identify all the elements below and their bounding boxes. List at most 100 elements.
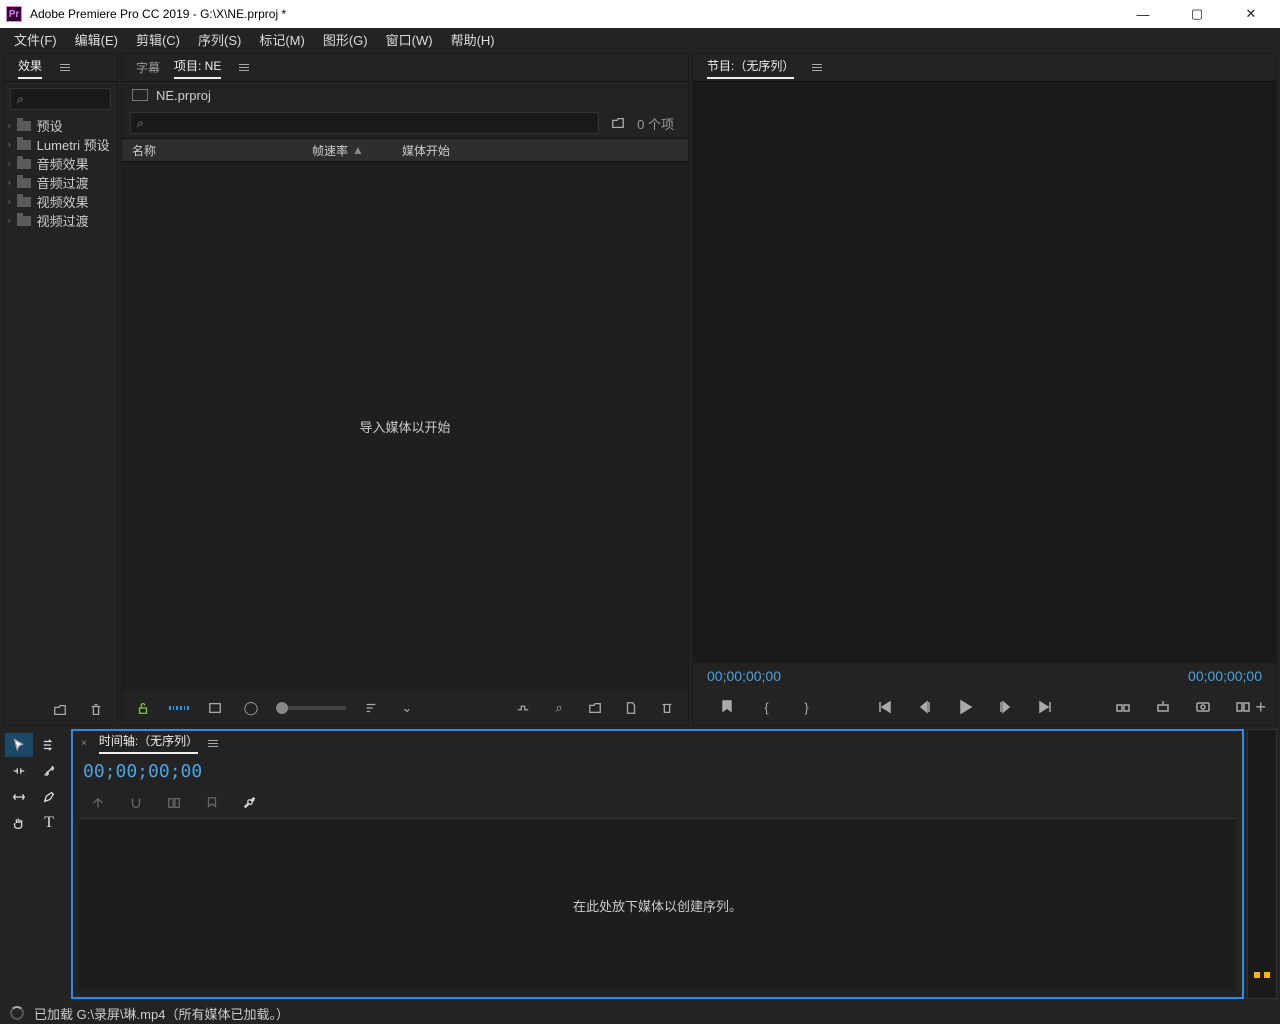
col-name[interactable]: 名称: [132, 142, 302, 159]
folder-icon: [17, 216, 31, 226]
snap-icon[interactable]: [125, 792, 147, 814]
status-bar: 已加载 G:\录屏\琳.mp4（所有媒体已加载。）: [0, 1002, 1280, 1024]
tab-subtitle[interactable]: 字幕: [136, 59, 160, 76]
project-search[interactable]: ⌕: [130, 112, 599, 134]
tree-item[interactable]: ›视频效果: [4, 192, 117, 211]
panel-menu-icon[interactable]: [60, 64, 70, 71]
panel-menu-icon[interactable]: [812, 64, 822, 71]
selection-tool[interactable]: [5, 733, 33, 757]
pen-tool[interactable]: [35, 785, 63, 809]
menu-sequence[interactable]: 序列(S): [190, 28, 249, 51]
tab-program[interactable]: 节目:（无序列）: [707, 57, 794, 79]
tool-palette: T: [3, 729, 68, 999]
type-tool[interactable]: T: [35, 811, 63, 835]
program-tc-right: 00;00;00;00: [1188, 668, 1262, 684]
col-media-start[interactable]: 媒体开始: [402, 142, 450, 159]
comparison-view-icon[interactable]: [1232, 696, 1254, 718]
menu-graphics[interactable]: 图形(G): [315, 28, 376, 51]
lift-icon[interactable]: [1112, 696, 1134, 718]
trash-icon[interactable]: [85, 699, 107, 721]
project-toolbar-bottom: ◯ ⌄ ⌕: [122, 691, 688, 725]
tab-project[interactable]: 项目: NE: [174, 57, 221, 79]
project-drop-area[interactable]: 导入媒体以开始: [122, 162, 688, 691]
close-button[interactable]: ✕: [1228, 0, 1274, 28]
marker-add-icon[interactable]: [201, 792, 223, 814]
tab-effects[interactable]: 效果: [18, 57, 42, 79]
marker-icon[interactable]: [716, 696, 738, 718]
effects-panel: 效果 ⌕ ›预设 ›Lumetri 预设 ›音频效果 ›音频过渡 ›视频效果 ›…: [3, 53, 118, 726]
hand-tool[interactable]: [5, 811, 33, 835]
automate-icon[interactable]: [512, 697, 534, 719]
button-editor-icon[interactable]: +: [1255, 697, 1266, 718]
folder-icon: [17, 121, 31, 131]
col-fps[interactable]: 帧速率▲: [312, 142, 392, 159]
project-filename: NE.prproj: [156, 88, 211, 103]
tree-item[interactable]: ›音频过渡: [4, 173, 117, 192]
insert-icon[interactable]: [87, 792, 109, 814]
go-to-out-icon[interactable]: [1034, 696, 1056, 718]
lock-icon[interactable]: [132, 697, 154, 719]
tab-timeline[interactable]: 时间轴:（无序列）: [99, 732, 198, 754]
out-point-icon[interactable]: }: [796, 696, 818, 718]
menu-file[interactable]: 文件(F): [6, 28, 65, 51]
timeline-drop-area[interactable]: 在此处放下媒体以创建序列。: [79, 818, 1236, 991]
menu-edit[interactable]: 编辑(E): [67, 28, 126, 51]
audio-meter[interactable]: [1247, 729, 1277, 999]
play-icon[interactable]: [954, 696, 976, 718]
timeline-panel: × 时间轴:（无序列） 00;00;00;00 在此处放下媒体以创建序列。: [71, 729, 1244, 999]
new-bin-icon[interactable]: [49, 699, 71, 721]
panel-menu-icon[interactable]: [239, 64, 249, 71]
effects-tree: ›预设 ›Lumetri 预设 ›音频效果 ›音频过渡 ›视频效果 ›视频过渡: [4, 116, 117, 695]
new-bin-icon[interactable]: [584, 697, 606, 719]
trash-icon[interactable]: [656, 697, 678, 719]
list-view-icon[interactable]: [168, 697, 190, 719]
tree-item[interactable]: ›音频效果: [4, 154, 117, 173]
panel-menu-icon[interactable]: [208, 740, 218, 747]
program-tc-left[interactable]: 00;00;00;00: [707, 668, 781, 684]
go-to-in-icon[interactable]: [874, 696, 896, 718]
step-back-icon[interactable]: [914, 696, 936, 718]
filter-bin-icon[interactable]: [607, 112, 629, 134]
tree-item[interactable]: ›预设: [4, 116, 117, 135]
menubar: 文件(F) 编辑(E) 剪辑(C) 序列(S) 标记(M) 图形(G) 窗口(W…: [0, 28, 1280, 50]
export-frame-icon[interactable]: [1192, 696, 1214, 718]
step-forward-icon[interactable]: [994, 696, 1016, 718]
tree-item[interactable]: ›Lumetri 预设: [4, 135, 117, 154]
menu-help[interactable]: 帮助(H): [443, 28, 503, 51]
razor-tool[interactable]: [35, 759, 63, 783]
menu-marker[interactable]: 标记(M): [251, 28, 313, 51]
workspace: 效果 ⌕ ›预设 ›Lumetri 预设 ›音频效果 ›音频过渡 ›视频效果 ›…: [0, 50, 1280, 1002]
track-select-tool[interactable]: [35, 733, 63, 757]
menu-clip[interactable]: 剪辑(C): [128, 28, 188, 51]
folder-icon: [17, 197, 31, 207]
new-item-icon[interactable]: [620, 697, 642, 719]
find-icon[interactable]: ⌕: [548, 697, 570, 719]
timeline-timecode[interactable]: 00;00;00;00: [83, 761, 1232, 782]
program-canvas[interactable]: [693, 82, 1276, 663]
freeform-view-icon[interactable]: ◯: [240, 697, 262, 719]
settings-icon[interactable]: [239, 792, 261, 814]
titlebar: Pr Adobe Premiere Pro CC 2019 - G:\X\NE.…: [0, 0, 1280, 28]
project-item-count: 0 个项: [637, 114, 680, 133]
slip-tool[interactable]: [5, 785, 33, 809]
maximize-button[interactable]: ▢: [1174, 0, 1220, 28]
effects-search[interactable]: ⌕: [10, 88, 111, 110]
program-monitor: 节目:（无序列） 00;00;00;00 00;00;00;00 { }: [692, 53, 1277, 726]
menu-window[interactable]: 窗口(W): [378, 28, 441, 51]
minimize-button[interactable]: ―: [1120, 0, 1166, 28]
in-point-icon[interactable]: {: [756, 696, 778, 718]
icon-view-icon[interactable]: [204, 697, 226, 719]
sort-icon[interactable]: [360, 697, 382, 719]
extract-icon[interactable]: [1152, 696, 1174, 718]
zoom-slider[interactable]: [276, 706, 346, 710]
linked-selection-icon[interactable]: [163, 792, 185, 814]
program-controls: { } +: [693, 689, 1276, 725]
search-icon: ⌕: [137, 116, 144, 131]
close-tab-icon[interactable]: ×: [81, 738, 87, 749]
tree-item[interactable]: ›视频过渡: [4, 211, 117, 230]
ripple-edit-tool[interactable]: [5, 759, 33, 783]
chevron-down-icon[interactable]: ⌄: [396, 697, 418, 719]
folder-icon: [17, 178, 31, 188]
progress-spinner-icon: [10, 1006, 24, 1020]
app-logo-icon: Pr: [6, 6, 22, 22]
